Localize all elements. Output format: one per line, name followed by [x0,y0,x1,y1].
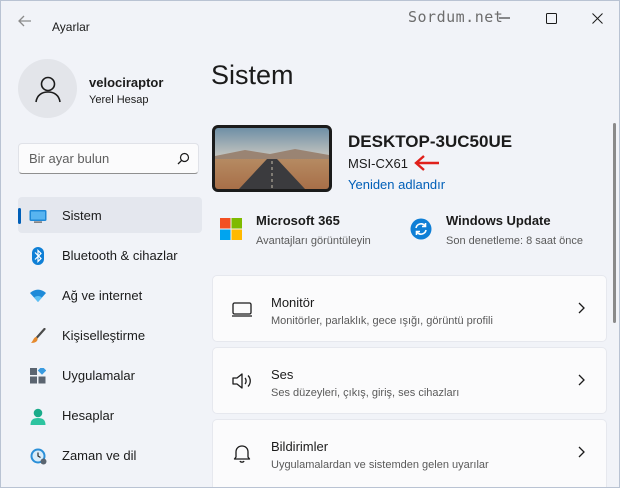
wifi-icon [29,287,47,305]
maximize-button[interactable] [528,1,574,35]
quick-tile-title: Microsoft 365 [256,213,340,228]
quick-tile-subtitle: Son denetleme: 8 saat önce [446,235,583,247]
speaker-icon [232,373,251,389]
desert-road-wallpaper-image [215,128,329,189]
quick-tile-title: Windows Update [446,213,551,228]
sidebar-item-apps[interactable]: Uygulamalar [18,357,202,393]
device-name: DESKTOP-3UC50UE [348,132,513,151]
chevron-right-icon [578,446,585,458]
minimize-icon [498,17,510,19]
card-sound[interactable]: Ses Ses düzeyleri, çıkış, giriş, ses cih… [212,347,607,414]
card-title: Monitör [271,295,315,310]
minimize-button[interactable] [481,1,527,35]
close-icon [591,12,603,24]
annotation-arrow-icon [414,155,439,171]
person-icon [29,407,47,425]
close-button[interactable] [574,1,620,35]
quick-tile-subtitle: Avantajları görüntüleyin [256,235,371,247]
microsoft-logo-icon [220,218,242,240]
sidebar-item-label: Bluetooth & cihazlar [62,247,178,263]
windows-update-tile[interactable]: Windows Update Son denetleme: 8 saat önc… [410,211,605,251]
settings-window: Ayarlar Sordum.net velociraptor Yerel He… [0,0,620,488]
search-input[interactable] [19,144,169,173]
sidebar-item-bluetooth[interactable]: Bluetooth & cihazlar [18,237,202,273]
bell-icon [233,445,251,463]
chevron-right-icon [578,374,585,386]
sidebar-nav: Sistem Bluetooth & cihazlar Ağ ve intern… [18,197,202,477]
apps-icon [29,367,47,385]
sync-icon [410,218,432,240]
sidebar-item-label: Hesaplar [62,407,115,423]
microsoft-365-tile[interactable]: Microsoft 365 Avantajları görüntüleyin [220,211,400,251]
device-model: MSI-CX61 [348,156,408,171]
card-title: Bildirimler [271,439,329,454]
user-profile[interactable]: velociraptor Yerel Hesap [18,59,198,119]
sidebar-item-label: Zaman ve dil [62,447,137,463]
search-icon[interactable] [177,152,190,165]
sidebar-item-time-language[interactable]: Zaman ve dil [18,437,202,473]
account-type: Yerel Hesap [89,94,149,106]
display-icon [232,302,252,317]
bluetooth-icon [29,247,47,265]
page-title: Sistem [211,60,294,90]
sidebar-item-sistem[interactable]: Sistem [18,197,202,233]
card-subtitle: Uygulamalardan ve sistemden gelen uyarıl… [271,459,489,471]
sidebar-item-label: Uygulamalar [62,367,135,383]
sidebar-item-accounts[interactable]: Hesaplar [18,397,202,433]
user-name: velociraptor [89,75,164,90]
rename-device-link[interactable]: Yeniden adlandır [348,177,445,192]
monitor-icon [29,207,47,225]
card-subtitle: Ses düzeyleri, çıkış, giriş, ses cihazla… [271,387,460,399]
maximize-icon [545,12,557,24]
brush-icon [29,327,47,345]
clock-globe-icon [29,447,47,465]
sidebar-item-label: Kişiselleştirme [62,327,146,343]
person-avatar-icon [34,76,61,102]
sidebar-item-label: Sistem [62,207,102,223]
back-arrow-icon [18,15,31,27]
card-notifications[interactable]: Bildirimler Uygulamalardan ve sistemden … [212,419,607,487]
avatar [18,59,77,118]
title-bar: Ayarlar Sordum.net [1,1,619,37]
card-subtitle: Monitörler, parlaklık, gece ışığı, görün… [271,315,493,327]
sidebar-item-personalization[interactable]: Kişiselleştirme [18,317,202,353]
chevron-right-icon [578,302,585,314]
device-wallpaper-thumbnail [212,125,332,192]
search-box [18,143,199,174]
card-title: Ses [271,367,294,382]
app-title: Ayarlar [52,20,90,34]
card-monitor[interactable]: Monitör Monitörler, parlaklık, gece ışığ… [212,275,607,342]
sidebar-item-label: Ağ ve internet [62,287,143,303]
sidebar-item-network[interactable]: Ağ ve internet [18,277,202,313]
main-scrollbar[interactable] [613,123,616,323]
back-button[interactable] [13,11,37,31]
